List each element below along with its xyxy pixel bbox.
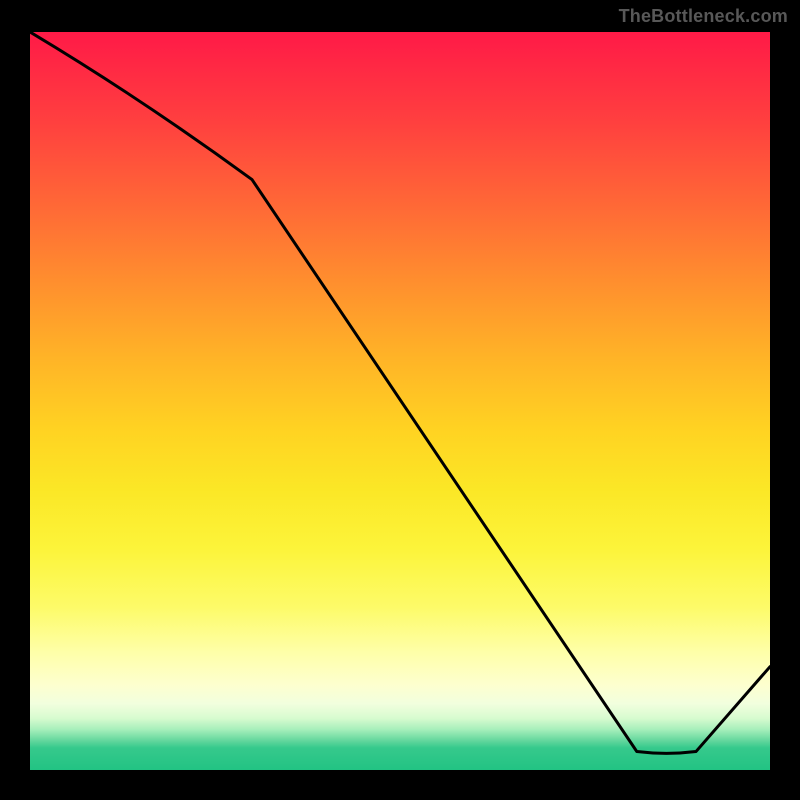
figure-root: TheBottleneck.com (0, 0, 800, 800)
curve-layer (30, 32, 770, 770)
curve-path (30, 32, 770, 753)
plot-area (30, 32, 770, 770)
attribution-label: TheBottleneck.com (619, 6, 788, 27)
